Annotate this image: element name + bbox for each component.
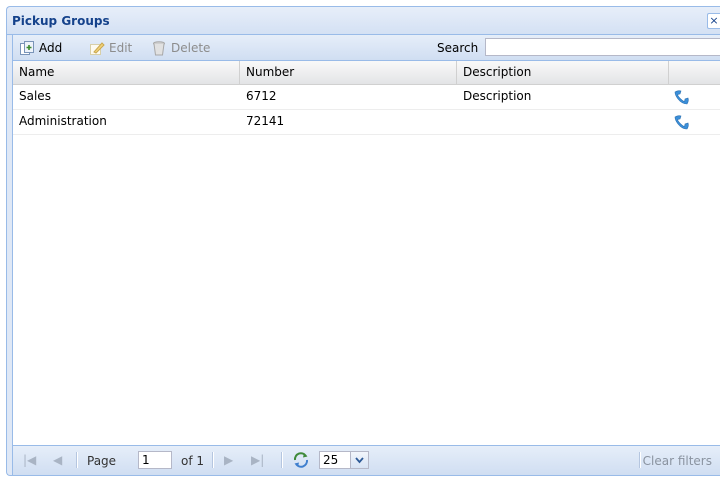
column-header-description[interactable]: Description <box>457 61 669 84</box>
pickup-groups-window: Pickup Groups × Add Edit Delete Search N… <box>6 6 720 476</box>
add-button[interactable]: Add <box>19 39 62 56</box>
column-header-number[interactable]: Number <box>240 61 457 84</box>
column-header-name[interactable]: Name <box>13 61 240 84</box>
page-number-input[interactable]: 1 <box>138 451 172 469</box>
search-label: Search <box>437 41 479 55</box>
separator <box>212 452 214 468</box>
column-header-actions <box>669 61 720 84</box>
paging-toolbar: |◀ ◀ Page 1 of 1 ▶ ▶| 25 Clear filters <box>13 445 720 475</box>
cell-name: Administration <box>19 114 107 128</box>
delete-label: Delete <box>171 40 211 55</box>
search-input[interactable] <box>485 38 720 56</box>
clear-filters-button[interactable]: Clear filters <box>643 454 712 468</box>
first-page-icon[interactable]: |◀ <box>23 453 36 467</box>
last-page-icon[interactable]: ▶| <box>251 453 264 467</box>
cell-description <box>457 110 669 134</box>
add-label: Add <box>39 40 63 55</box>
page-size-value: 25 <box>323 453 339 467</box>
table-row[interactable]: Administration 72141 <box>13 110 720 135</box>
separator <box>639 452 641 468</box>
prev-page-icon[interactable]: ◀ <box>53 453 62 467</box>
add-icon <box>20 40 34 55</box>
window-title: Pickup Groups <box>12 14 110 28</box>
cell-name: Sales <box>19 89 51 103</box>
cell-number: 6712 <box>246 89 277 103</box>
table-row[interactable]: Sales 6712 Description <box>13 85 720 110</box>
next-page-icon[interactable]: ▶ <box>224 453 233 467</box>
refresh-icon[interactable] <box>292 451 310 469</box>
trash-icon <box>153 40 165 55</box>
close-button[interactable]: × <box>707 13 720 29</box>
separator <box>281 452 283 468</box>
close-icon: × <box>709 14 719 27</box>
delete-button[interactable]: Delete <box>151 39 210 56</box>
toolbar: Add Edit Delete Search <box>13 35 720 61</box>
cell-number: 72141 <box>246 114 285 128</box>
pickup-phone-icon[interactable] <box>672 88 692 108</box>
window-titlebar[interactable]: Pickup Groups × <box>7 7 720 35</box>
page-count-label: of 1 <box>181 454 205 468</box>
pickup-phone-icon[interactable] <box>672 113 692 133</box>
page-size-select[interactable]: 25 <box>319 451 369 469</box>
grid-header: Name Number Description <box>13 61 720 85</box>
edit-icon <box>90 41 105 55</box>
edit-button[interactable]: Edit <box>89 39 132 56</box>
cell-description: Description <box>463 89 532 103</box>
separator <box>76 452 78 468</box>
grid-panel: Add Edit Delete Search Name Number Descr… <box>12 35 720 475</box>
chevron-down-icon[interactable] <box>350 452 368 468</box>
edit-label: Edit <box>109 40 133 55</box>
page-label: Page <box>87 454 117 468</box>
